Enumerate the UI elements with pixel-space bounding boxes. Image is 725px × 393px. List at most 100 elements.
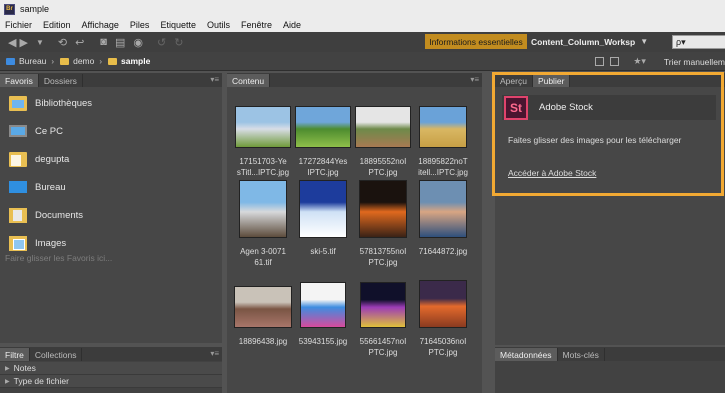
content-panel: Contenu ▾≡ 17151703-Ye sTitl...IPTC.jpg 1… [227, 73, 482, 393]
computer-icon [9, 125, 27, 137]
thumbnail-item[interactable]: 18895822noT itell...IPTC.jpg [409, 90, 477, 178]
expand-triangle-icon[interactable]: ▶ [5, 378, 10, 385]
filter-row-notes[interactable]: ▶ Notes [0, 362, 222, 375]
thumbnail-image[interactable] [419, 180, 467, 238]
thumbnail-item[interactable]: 53943155.jpg [289, 270, 357, 347]
menu-affichage[interactable]: Affichage [82, 20, 119, 30]
camera-import-icon[interactable]: ◙ [100, 36, 107, 48]
filter-panel: Filtre Collections ▾≡ ▶ Notes ▶ Type de … [0, 347, 222, 393]
refine-icon[interactable]: ▤ [115, 36, 125, 49]
filter-row-file-type[interactable]: ▶ Type de fichier [0, 375, 222, 388]
favorite-label: degupta [35, 153, 70, 165]
thumbnail-item[interactable]: 18895552noI PTC.jpg [349, 90, 417, 178]
menu-edition[interactable]: Edition [43, 20, 71, 30]
thumbnail-item[interactable]: 17272844Yes IPTC.jpg [289, 90, 357, 178]
thumbnail-item[interactable]: Agen 3-0071 61.tif [229, 180, 297, 268]
thumbnail-item[interactable]: 18896438.jpg [229, 270, 297, 347]
chevron-right-icon[interactable]: › [51, 57, 54, 66]
favorite-label: Bureau [35, 181, 66, 193]
chevron-down-icon[interactable]: ▼ [640, 37, 648, 46]
favorite-bibliotheques[interactable]: Bibliothèques [0, 89, 222, 117]
thumbnail-item[interactable]: 71644872.jpg [409, 180, 477, 257]
menu-piles[interactable]: Piles [130, 20, 150, 30]
filter-rows: ▶ Notes ▶ Type de fichier [0, 362, 222, 388]
favorite-bureau[interactable]: Bureau [0, 173, 222, 201]
thumbnail-image[interactable] [355, 106, 411, 148]
rotate-right-icon[interactable]: ↻ [174, 36, 183, 49]
recent-folder-icon[interactable]: ⟲ [58, 36, 67, 49]
workspace-content-column-button[interactable]: Content_Column_Worksp ▼ [531, 34, 661, 49]
sort-dropdown[interactable]: Trier manuellem [664, 57, 725, 67]
breadcrumb-bureau[interactable]: Bureau [19, 56, 46, 66]
favorite-documents[interactable]: Documents [0, 201, 222, 229]
tab-contenu[interactable]: Contenu [227, 74, 271, 87]
thumbnail-filename: 18895552noI PTC.jpg [359, 157, 407, 177]
tab-filtre[interactable]: Filtre [0, 348, 30, 361]
favorite-label: Documents [35, 209, 84, 221]
favorites-tabbar: Favoris Dossiers ▾≡ [0, 73, 222, 87]
menu-aide[interactable]: Aide [283, 20, 301, 30]
thumbnail-item[interactable]: 55661457noI PTC.jpg [349, 270, 417, 358]
thumbnail-image[interactable] [295, 106, 351, 148]
thumbnail-image[interactable] [419, 106, 467, 148]
thumbnail-image[interactable] [239, 180, 287, 238]
thumbnail-image[interactable] [419, 280, 467, 328]
thumbnail-item[interactable]: 71645036noI PTC.jpg [409, 270, 477, 358]
tab-metadonnees[interactable]: Métadonnées [495, 348, 558, 361]
tab-dossiers[interactable]: Dossiers [39, 74, 83, 87]
menu-fenetre[interactable]: Fenêtre [241, 20, 272, 30]
thumbnail-filename: ski-5.tif [310, 247, 336, 256]
favorites-panel: Favoris Dossiers ▾≡ Bibliothèques Ce PC … [0, 73, 222, 343]
thumbnail-image[interactable] [300, 282, 346, 328]
search-input[interactable]: ρ▾ [672, 35, 725, 49]
thumbnail-image[interactable] [360, 282, 406, 328]
thumbnail-image[interactable] [359, 180, 407, 238]
thumbnail-image[interactable] [235, 106, 291, 148]
list-view-icon[interactable] [610, 57, 620, 66]
thumbnail-item[interactable]: 57813755noI PTC.jpg [349, 180, 417, 268]
folder-icon [108, 57, 118, 65]
menu-outils[interactable]: Outils [207, 20, 230, 30]
thumbnail-filename: 17151703-Ye sTitl...IPTC.jpg [236, 157, 290, 177]
menu-etiquette[interactable]: Etiquette [160, 20, 196, 30]
thumbnail-item[interactable]: ski-5.tif [289, 180, 357, 257]
tab-favoris[interactable]: Favoris [0, 74, 39, 87]
workspace-essentials-button[interactable]: Informations essentielles [425, 34, 527, 49]
thumbnail-filename: 17272844Yes IPTC.jpg [298, 157, 348, 177]
thumbnail-image[interactable] [234, 286, 292, 328]
thumbnail-filename: 71645036noI PTC.jpg [419, 337, 467, 357]
desktop-icon [9, 181, 27, 193]
toolbar: ◀ ▶ ▼ ⟲ ↩ ◙ ▤ ◉ ↺ ↻ Informations essenti… [0, 32, 725, 52]
back-arrow-icon[interactable]: ◀ [8, 36, 16, 49]
open-in-camera-raw-icon[interactable]: ◉ [133, 36, 143, 49]
menu-bar: Fichier Edition Affichage Piles Etiquett… [0, 18, 725, 32]
forward-arrow-icon[interactable]: ▶ [19, 36, 27, 49]
breadcrumb-demo[interactable]: demo [73, 56, 94, 66]
panel-menu-icon[interactable]: ▾≡ [210, 75, 219, 84]
boomerang-icon[interactable]: ↩ [75, 36, 84, 49]
favorite-degupta[interactable]: degupta [0, 145, 222, 173]
metadata-tabbar: Métadonnées Mots-clés [495, 347, 725, 361]
thumbnail-image[interactable] [299, 180, 347, 238]
breadcrumb: Bureau › demo › sample ★▾ Trier manuelle… [0, 52, 725, 71]
star-filter-icon[interactable]: ★▾ [633, 56, 646, 67]
history-dropdown-icon[interactable]: ▼ [36, 38, 44, 47]
thumbnail-filename: 18896438.jpg [238, 337, 288, 346]
metadata-panel: Métadonnées Mots-clés [495, 347, 725, 393]
expand-triangle-icon[interactable]: ▶ [5, 365, 10, 372]
thumbnail-filename: Agen 3-0071 61.tif [240, 247, 286, 267]
tab-collections[interactable]: Collections [30, 348, 83, 361]
filter-tabbar: Filtre Collections ▾≡ [0, 347, 222, 361]
grid-view-icon[interactable] [595, 57, 605, 66]
breadcrumb-sample[interactable]: sample [121, 56, 150, 66]
rotate-left-icon[interactable]: ↺ [157, 36, 166, 49]
thumbnail-item[interactable]: 17151703-Ye sTitl...IPTC.jpg [229, 90, 297, 178]
menu-fichier[interactable]: Fichier [5, 20, 32, 30]
panel-menu-icon[interactable]: ▾≡ [470, 75, 479, 84]
thumbnail-filename: 55661457noI PTC.jpg [359, 337, 407, 357]
filter-row-label: Type de fichier [13, 376, 69, 386]
tab-mots-cles[interactable]: Mots-clés [558, 348, 605, 361]
chevron-right-icon[interactable]: › [99, 57, 102, 66]
favorite-ce-pc[interactable]: Ce PC [0, 117, 222, 145]
panel-menu-icon[interactable]: ▾≡ [210, 349, 219, 358]
